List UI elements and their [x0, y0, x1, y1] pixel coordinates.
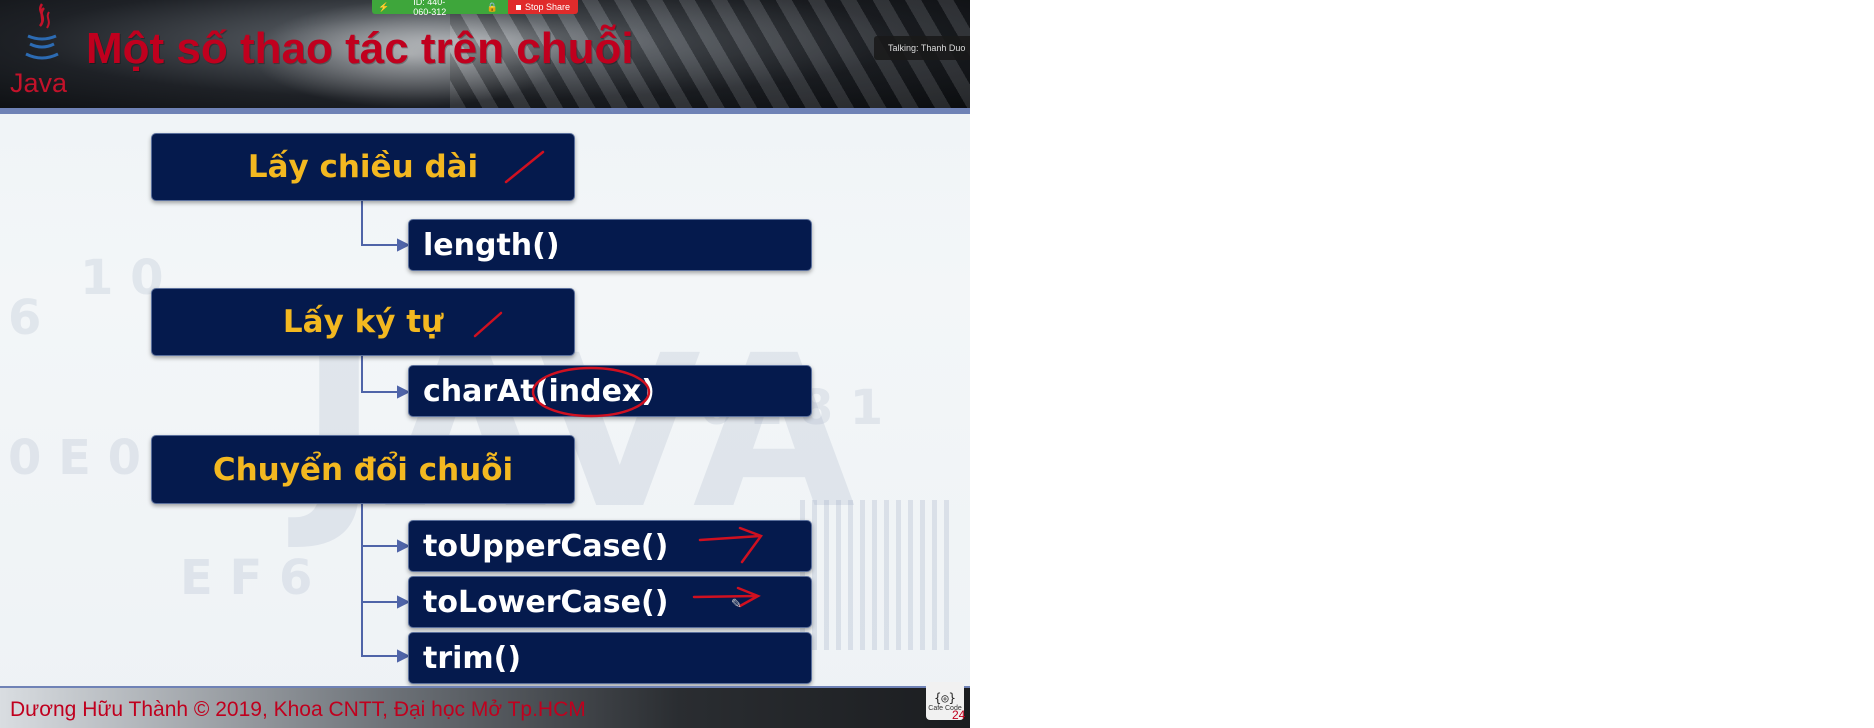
- method-box-touppercase: toUpperCase(): [408, 520, 812, 572]
- method-label: toUpperCase(): [423, 528, 669, 564]
- category-label: Lấy chiều dài: [247, 149, 479, 185]
- pen-cursor-icon: ✎: [731, 596, 742, 611]
- method-box-length: length(): [408, 219, 812, 271]
- category-label: Lấy ký tự: [282, 304, 444, 340]
- method-label: toLowerCase(): [423, 584, 669, 620]
- method-box-charat: charAt(index): [408, 365, 812, 417]
- category-box-charat: Lấy ký tự: [151, 288, 575, 356]
- footer-credit: Dương Hữu Thành © 2019, Khoa CNTT, Đại h…: [10, 698, 586, 721]
- braces-icon: {◎}: [934, 690, 956, 705]
- method-box-trim: trim(): [408, 632, 812, 684]
- method-box-tolowercase: toLowerCase(): [408, 576, 812, 628]
- shared-slide: JAVA 6 1 0 0 E 0 0 E 8 1 E F 6 Java Một …: [0, 0, 970, 728]
- method-label: trim(): [423, 640, 522, 676]
- category-label: Chuyển đổi chuỗi: [212, 451, 514, 488]
- method-label: charAt(index): [423, 373, 655, 409]
- category-box-length: Lấy chiều dài: [151, 133, 575, 201]
- page-number: 24: [952, 708, 966, 722]
- method-label: length(): [423, 227, 560, 263]
- category-box-convert: Chuyển đổi chuỗi: [151, 435, 575, 504]
